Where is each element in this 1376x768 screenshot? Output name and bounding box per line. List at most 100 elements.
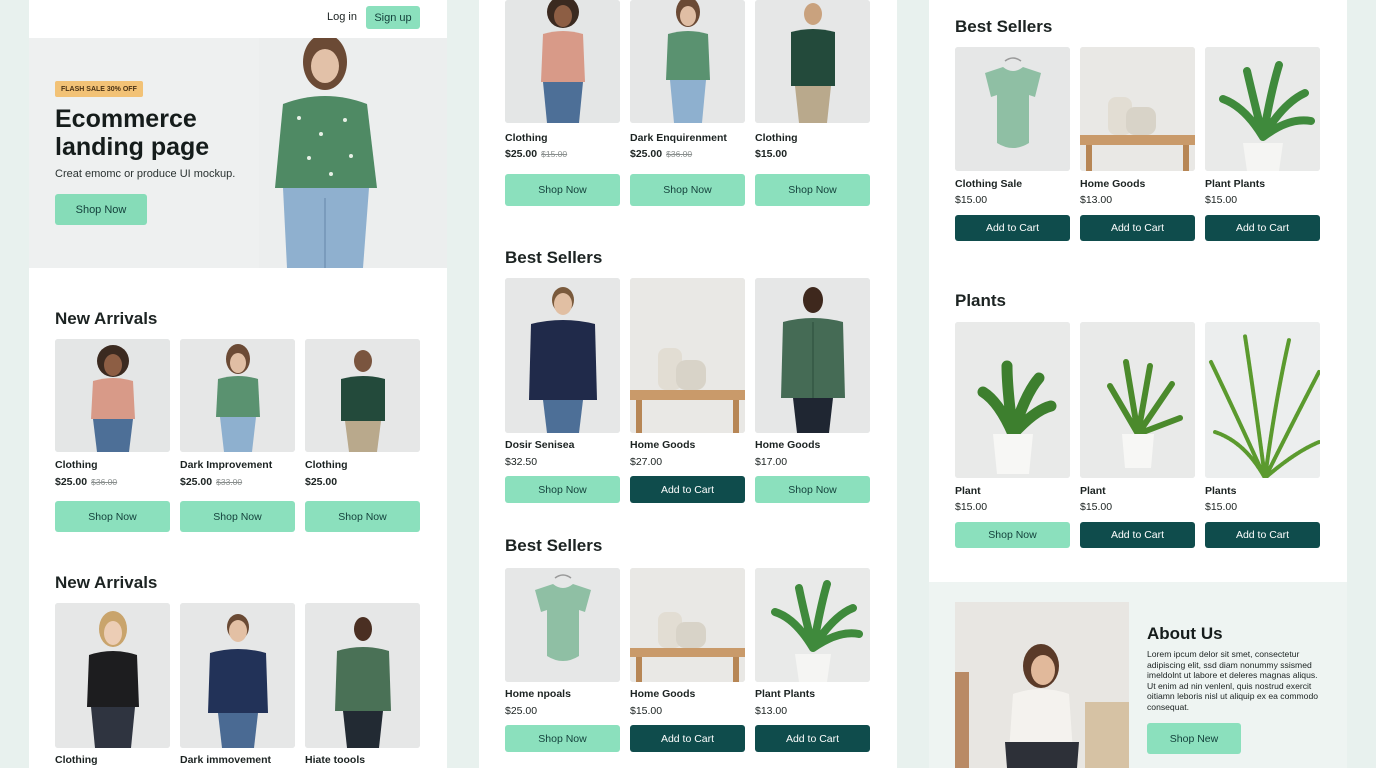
hero-shop-now-button[interactable]: Shop Now (55, 194, 147, 225)
shop-now-button[interactable]: Shop Now (305, 501, 420, 532)
signup-button[interactable]: Sign up (366, 6, 420, 29)
landing-column-1: Log in Sign up FLASH SALE 30% OFF Ecomme… (29, 0, 447, 768)
product-image[interactable] (1205, 322, 1320, 478)
shop-now-button[interactable]: Shop Now (505, 725, 620, 752)
product-name: Clothing (55, 459, 98, 471)
flash-sale-badge-text: FLASH SALE 30% OFF (61, 85, 137, 93)
product-image[interactable] (755, 0, 870, 123)
product-card: Clothing $25.00 $36.00 Shop Now (55, 339, 170, 532)
product-name: Plant (955, 485, 981, 497)
login-link[interactable]: Log in (327, 11, 357, 23)
product-price: $25.00 (505, 705, 538, 717)
hero-subtitle: Creat emomc or produce UI mockup. (55, 168, 236, 180)
product-price: $32.50 (505, 456, 538, 468)
product-card: Plant $15.00 Shop Now (955, 322, 1070, 548)
button-label: Add to Cart (985, 222, 1040, 234)
shop-now-button[interactable]: Shop Now (630, 174, 745, 206)
product-name: Home Goods (755, 439, 821, 451)
button-label: Shop Now (663, 184, 712, 196)
product-name: Home Goods (1080, 178, 1146, 190)
product-name: Plant (1080, 485, 1106, 497)
hero-title: Ecommerce landing page (55, 105, 210, 161)
button-label: Add to Cart (785, 732, 840, 745)
section-title-best-sellers: Best Sellers (505, 248, 603, 267)
product-image[interactable] (755, 568, 870, 682)
product-name: Plants (1205, 485, 1237, 497)
product-price: $13.00 (1080, 194, 1113, 206)
product-name: Home npoals (505, 688, 571, 700)
shop-now-button[interactable]: Shop Now (755, 476, 870, 503)
product-image[interactable] (180, 603, 295, 748)
product-card: Home npoals $25.00 Shop Now (505, 568, 620, 752)
button-label: Shop New (1169, 732, 1219, 745)
product-image[interactable] (755, 278, 870, 433)
add-to-cart-button[interactable]: Add to Cart (955, 215, 1070, 241)
product-image[interactable] (630, 278, 745, 433)
product-card: Home Goods $13.00 Add to Cart (1080, 47, 1195, 241)
button-label: Shop Now (538, 732, 587, 745)
product-image[interactable] (55, 339, 170, 452)
button-label: Shop Now (213, 510, 262, 523)
hero-cta-label: Shop Now (75, 203, 127, 216)
about-title: About Us (1147, 624, 1223, 643)
product-image[interactable] (305, 603, 420, 748)
product-image[interactable] (1080, 322, 1195, 478)
shop-now-button[interactable]: Shop Now (55, 501, 170, 532)
product-image[interactable] (630, 0, 745, 123)
product-card: Hiate toools (305, 603, 420, 768)
product-price: $15.00 (1205, 501, 1238, 513)
shop-now-button[interactable]: Shop Now (180, 501, 295, 532)
product-image[interactable] (630, 568, 745, 682)
shop-now-button[interactable]: Shop Now (755, 174, 870, 206)
add-to-cart-button[interactable]: Add to Cart (1080, 522, 1195, 548)
product-name: Plant Plants (755, 688, 816, 700)
product-price: $13.00 (755, 705, 788, 717)
product-card: Dark Improvement $25.00 $33.00 Shop Now (180, 339, 295, 532)
button-label: Add to Cart (1235, 529, 1290, 541)
signup-label: Sign up (374, 11, 412, 24)
button-label: Shop Now (788, 483, 837, 496)
product-image[interactable] (505, 0, 620, 123)
product-price: $25.00 $33.00 (180, 476, 243, 488)
hero-model-image (259, 38, 447, 268)
product-image[interactable] (955, 47, 1070, 171)
product-name: Clothing (55, 754, 98, 766)
about-text: Lorem ipcum delor sit smet, consectetur … (1147, 649, 1319, 712)
product-card: Plants $15.00 Add to Cart (1205, 322, 1320, 548)
add-to-cart-button[interactable]: Add to Cart (1205, 215, 1320, 241)
button-label: Add to Cart (660, 732, 715, 745)
product-image[interactable] (1205, 47, 1320, 171)
button-label: Shop Now (538, 483, 587, 496)
product-name: Dosir Senisea (505, 439, 575, 451)
add-to-cart-button[interactable]: Add to Cart (1205, 522, 1320, 548)
add-to-cart-button[interactable]: Add to Cart (755, 725, 870, 752)
product-price: $15.00 (955, 194, 988, 206)
shop-now-button[interactable]: Shop Now (955, 522, 1070, 548)
add-to-cart-button[interactable]: Add to Cart (630, 476, 745, 503)
product-name: Dark immovement (180, 754, 272, 766)
product-name: Clothing Sale (955, 178, 1023, 190)
product-name: Home Goods (630, 439, 696, 451)
about-shop-button[interactable]: Shop New (1147, 723, 1241, 754)
product-card: Home Goods $27.00 Add to Cart (630, 278, 745, 503)
shop-now-button[interactable]: Shop Now (505, 174, 620, 206)
about-image (955, 602, 1129, 768)
product-image[interactable] (505, 568, 620, 682)
product-image[interactable] (505, 278, 620, 433)
add-to-cart-button[interactable]: Add to Cart (1080, 215, 1195, 241)
product-card: Plant Plants $15.00 Add to Cart (1205, 47, 1320, 241)
button-label: Shop Now (88, 510, 137, 523)
product-image[interactable] (955, 322, 1070, 478)
section-title-best-sellers-2: Best Sellers (505, 536, 603, 555)
product-card: Clothing Sale $15.00 Add to Cart (955, 47, 1070, 241)
product-name: Plant Plants (1205, 178, 1266, 190)
product-image[interactable] (1080, 47, 1195, 171)
button-label: Shop Now (338, 510, 387, 523)
shop-now-button[interactable]: Shop Now (505, 476, 620, 503)
product-image[interactable] (55, 603, 170, 748)
add-to-cart-button[interactable]: Add to Cart (630, 725, 745, 752)
product-image[interactable] (180, 339, 295, 452)
product-price: $25.00 $36.00 (630, 148, 693, 160)
button-label: Add to Cart (1110, 222, 1165, 234)
product-image[interactable] (305, 339, 420, 452)
